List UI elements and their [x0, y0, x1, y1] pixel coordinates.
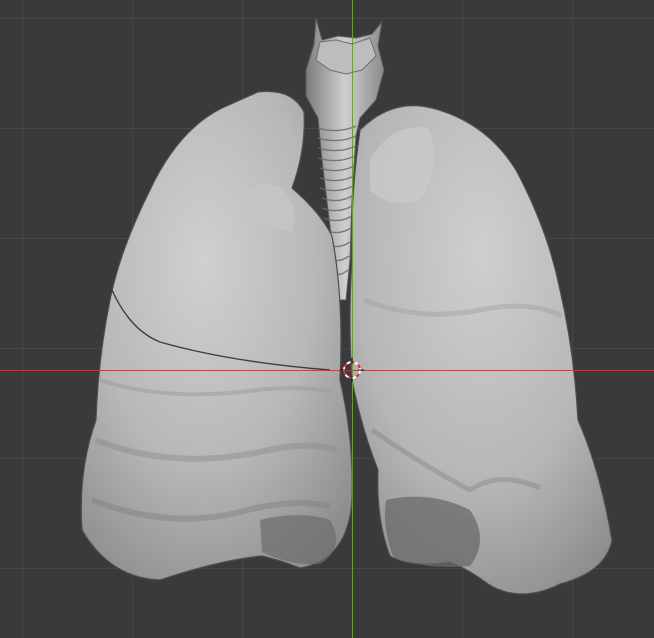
lung-left[interactable] — [80, 90, 353, 581]
3d-viewport[interactable] — [0, 0, 654, 638]
lung-right[interactable] — [349, 105, 613, 595]
3d-cursor-icon[interactable] — [340, 358, 364, 382]
lungs-model[interactable] — [0, 0, 654, 638]
